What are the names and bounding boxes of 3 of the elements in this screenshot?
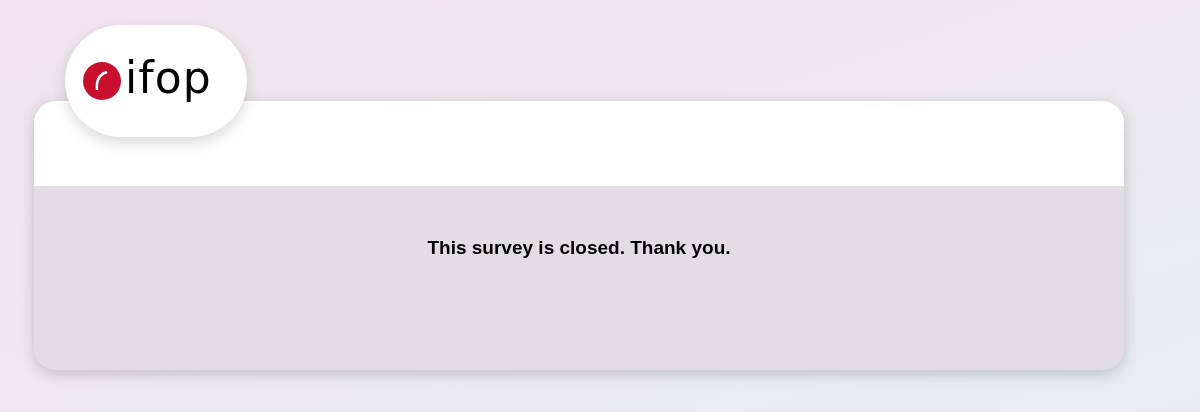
logo-icon xyxy=(83,62,121,100)
logo-text: ifop xyxy=(125,56,212,100)
closed-message: This survey is closed. Thank you. xyxy=(427,236,731,260)
